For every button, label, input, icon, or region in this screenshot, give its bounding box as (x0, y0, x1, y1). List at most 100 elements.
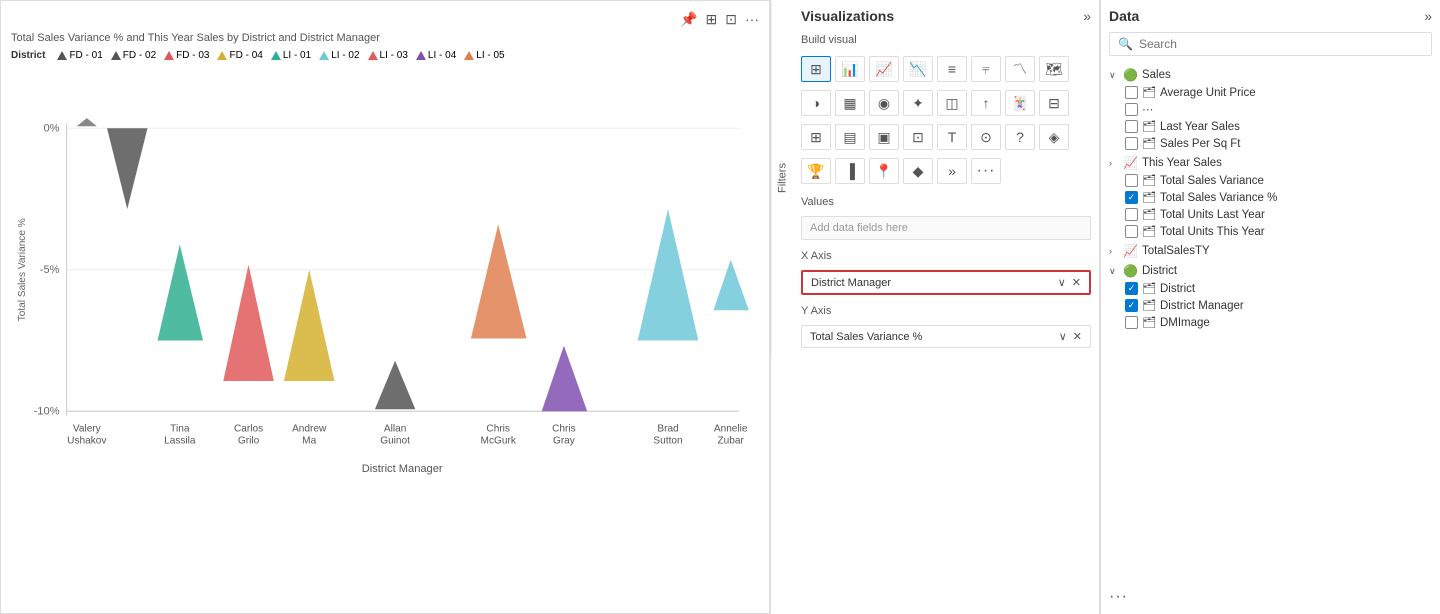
values-label: Values (801, 196, 1091, 208)
viz-icon-card[interactable]: 🃏 (1005, 90, 1035, 116)
viz-expand-button[interactable]: » (1083, 8, 1091, 24)
checkbox-district-field[interactable] (1125, 282, 1138, 295)
viz-icon-table[interactable]: ⊟ (1039, 90, 1069, 116)
search-box[interactable]: 🔍 (1109, 32, 1432, 56)
tree-row-total-sales-var[interactable]: 🗂 Total Sales Variance (1125, 172, 1432, 189)
tree-row-district-field[interactable]: 🗂 District (1125, 280, 1432, 297)
checkbox-avg-price[interactable] (1125, 86, 1138, 99)
legend-fd03-icon (164, 51, 174, 60)
viz-icon-bar2[interactable]: ▐ (835, 158, 865, 184)
viz-icon-map2[interactable]: 📍 (869, 158, 899, 184)
tree-row-dmimage[interactable]: 🗂 DMImage (1125, 314, 1432, 331)
legend-li01-label: LI - 01 (283, 50, 311, 61)
sales-sqft-icon: 🗂 (1142, 137, 1156, 150)
xaxis-label: X Axis (801, 250, 1091, 262)
legend-fd02-icon (111, 51, 121, 60)
viz-icon-decomp[interactable]: 🏆 (801, 158, 831, 184)
viz-icon-smart[interactable]: ◈ (1039, 124, 1069, 150)
filter-icon[interactable]: ⊞ (706, 11, 718, 28)
tree-row-total-units-last[interactable]: 🗂 Total Units Last Year (1125, 206, 1432, 223)
tree-row-ellipsis[interactable]: ··· (1125, 101, 1432, 118)
viz-icon-more[interactable]: ··· (971, 158, 1001, 184)
tree-row-sales[interactable]: ∨ 🟢 Sales (1109, 66, 1432, 84)
viz-icon-line[interactable]: 📈 (869, 56, 899, 82)
checkbox-district-manager[interactable] (1125, 299, 1138, 312)
viz-icon-text[interactable]: T (937, 124, 967, 150)
checkbox-total-units-this[interactable] (1125, 225, 1138, 238)
xaxis-chevron[interactable]: ∨ (1058, 276, 1066, 289)
viz-main: Visualizations » Build visual ⊞ 📊 📈 📉 ≡ … (793, 0, 1099, 356)
legend-fd02-label: FD - 02 (123, 50, 156, 61)
tree-row-district[interactable]: ∨ 🟢 District (1109, 262, 1432, 280)
checkbox-total-var[interactable] (1125, 174, 1138, 187)
checkbox-total-var-pct[interactable] (1125, 191, 1138, 204)
viz-title: Visualizations (801, 8, 894, 24)
viz-icon-scatter[interactable]: ⊞ (801, 56, 831, 82)
data-more-icon[interactable]: ··· (1109, 588, 1128, 605)
viz-icon-qa[interactable]: ? (1005, 124, 1035, 150)
tree-row-last-year-sales[interactable]: 🗂 Last Year Sales (1125, 118, 1432, 135)
avg-price-label: Average Unit Price (1160, 87, 1432, 99)
legend-fd01-icon (57, 51, 67, 60)
viz-icon-funnel[interactable]: 〽 (1005, 56, 1035, 82)
viz-icon-map[interactable]: 🗺 (1039, 56, 1069, 82)
viz-icon-scatter2[interactable]: ✦ (903, 90, 933, 116)
xaxis-close[interactable]: ✕ (1072, 276, 1081, 289)
values-field[interactable]: Add data fields here (801, 216, 1091, 240)
checkbox-sales-sqft[interactable] (1125, 137, 1138, 150)
district-field-label: District (1160, 283, 1432, 295)
yaxis-close[interactable]: ✕ (1073, 330, 1082, 343)
checkbox-last-year[interactable] (1125, 120, 1138, 133)
checkbox-total-units-last[interactable] (1125, 208, 1138, 221)
data-panel: Data » 🔍 ∨ 🟢 Sales 🗂 Average Unit Price (1100, 0, 1440, 614)
yaxis-value: Total Sales Variance % (810, 331, 922, 343)
search-input[interactable] (1139, 37, 1423, 51)
viz-icon-button[interactable]: ⊙ (971, 124, 1001, 150)
viz-icon-pie[interactable]: ◑ (801, 90, 831, 116)
this-year-icon: 📈 (1123, 156, 1138, 170)
total-var-pct-label: Total Sales Variance % (1160, 192, 1432, 204)
xaxis-field[interactable]: District Manager ∨ ✕ (801, 270, 1091, 295)
viz-icon-shape[interactable]: ▣ (869, 124, 899, 150)
xaxis-actions: ∨ ✕ (1058, 276, 1081, 289)
checkbox-dmimage[interactable] (1125, 316, 1138, 329)
ellipsis-label: ··· (1142, 104, 1432, 116)
viz-icon-image[interactable]: ⊡ (903, 124, 933, 150)
viz-icon-matrix[interactable]: ⊞ (801, 124, 831, 150)
svg-text:McGurk: McGurk (481, 436, 517, 447)
viz-icon-area[interactable]: 📉 (903, 56, 933, 82)
tree-row-total-units-this[interactable]: 🗂 Total Units This Year (1125, 223, 1432, 240)
yaxis-chevron[interactable]: ∨ (1059, 330, 1067, 343)
tree-row-total-sales-var-pct[interactable]: 🗂 Total Sales Variance % (1125, 189, 1432, 206)
filters-sidebar[interactable]: Filters (771, 0, 793, 356)
viz-icon-gauge[interactable]: ◫ (937, 90, 967, 116)
viz-icon-arrow[interactable]: » (937, 158, 967, 184)
viz-icon-treemap[interactable]: ▦ (835, 90, 865, 116)
viz-icon-bar[interactable]: 📊 (835, 56, 865, 82)
expand-icon[interactable]: ⊡ (725, 11, 737, 28)
tree-row-sales-per-sqft[interactable]: 🗂 Sales Per Sq Ft (1125, 135, 1432, 152)
tree-row-avg-price[interactable]: 🗂 Average Unit Price (1125, 84, 1432, 101)
district-label: District (1142, 265, 1432, 277)
svg-text:Grilo: Grilo (238, 436, 260, 447)
pin-icon[interactable]: 📌 (680, 11, 697, 28)
yaxis-field[interactable]: Total Sales Variance % ∨ ✕ (801, 325, 1091, 348)
viz-icon-waterfall[interactable]: ⫧ (971, 56, 1001, 82)
yaxis-actions: ∨ ✕ (1059, 330, 1082, 343)
viz-icon-custom[interactable]: ◆ (903, 158, 933, 184)
checkbox-ellipsis[interactable] (1125, 103, 1138, 116)
tree-row-this-year[interactable]: › 📈 This Year Sales (1109, 154, 1432, 172)
more-icon[interactable]: ··· (745, 11, 759, 28)
viz-icon-sunburst[interactable]: ◉ (869, 90, 899, 116)
legend-li05-icon (464, 51, 474, 60)
data-expand-button[interactable]: » (1424, 8, 1432, 24)
tree-row-district-manager[interactable]: 🗂 District Manager (1125, 297, 1432, 314)
viz-icon-ribbon[interactable]: ≡ (937, 56, 967, 82)
search-icon: 🔍 (1118, 37, 1133, 51)
viz-icon-kpi[interactable]: ↑ (971, 90, 1001, 116)
svg-text:Tina: Tina (170, 424, 190, 435)
district-manager-label: District Manager (1160, 300, 1432, 312)
last-year-label: Last Year Sales (1160, 121, 1432, 133)
viz-icon-slicer[interactable]: ▤ (835, 124, 865, 150)
tree-row-totalsalesty[interactable]: › 📈 TotalSalesTY (1109, 242, 1432, 260)
